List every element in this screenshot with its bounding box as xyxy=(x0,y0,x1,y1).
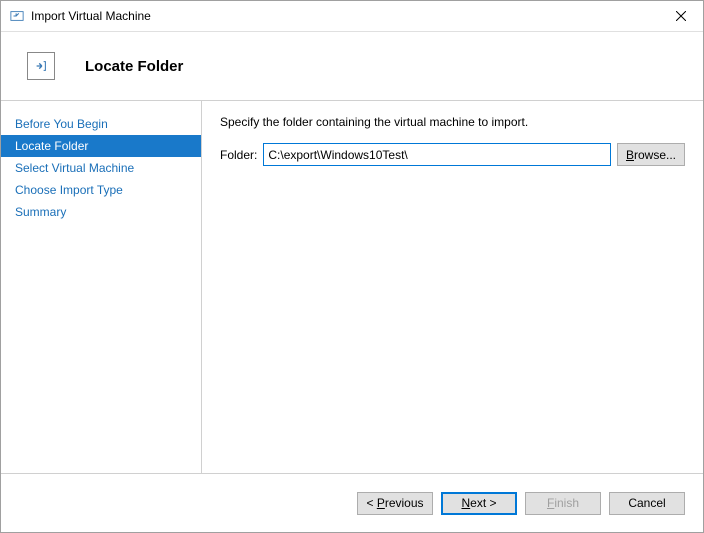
step-locate-folder[interactable]: Locate Folder xyxy=(1,135,201,157)
wizard-body: Before You Begin Locate Folder Select Vi… xyxy=(1,101,703,473)
app-icon xyxy=(9,8,25,24)
cancel-button[interactable]: Cancel xyxy=(609,492,685,515)
browse-button[interactable]: Browse... xyxy=(617,143,685,166)
folder-row: Folder: Browse... xyxy=(220,143,685,166)
wizard-content: Specify the folder containing the virtua… xyxy=(202,101,703,473)
wizard-header: Locate Folder xyxy=(1,32,703,101)
step-select-virtual-machine[interactable]: Select Virtual Machine xyxy=(1,157,201,179)
folder-label: Folder: xyxy=(220,148,257,162)
close-button[interactable] xyxy=(658,1,703,31)
import-icon xyxy=(27,52,55,80)
folder-input[interactable] xyxy=(263,143,611,166)
titlebar: Import Virtual Machine xyxy=(1,1,703,32)
step-choose-import-type[interactable]: Choose Import Type xyxy=(1,179,201,201)
wizard-footer: < Previous Next > Finish Cancel xyxy=(1,473,703,532)
page-title: Locate Folder xyxy=(85,58,183,75)
step-before-you-begin[interactable]: Before You Begin xyxy=(1,113,201,135)
finish-button: Finish xyxy=(525,492,601,515)
window-title: Import Virtual Machine xyxy=(31,9,151,23)
next-button[interactable]: Next > xyxy=(441,492,517,515)
instruction-text: Specify the folder containing the virtua… xyxy=(220,115,685,129)
wizard-steps: Before You Begin Locate Folder Select Vi… xyxy=(1,101,202,473)
previous-button[interactable]: < Previous xyxy=(357,492,433,515)
step-summary[interactable]: Summary xyxy=(1,201,201,223)
